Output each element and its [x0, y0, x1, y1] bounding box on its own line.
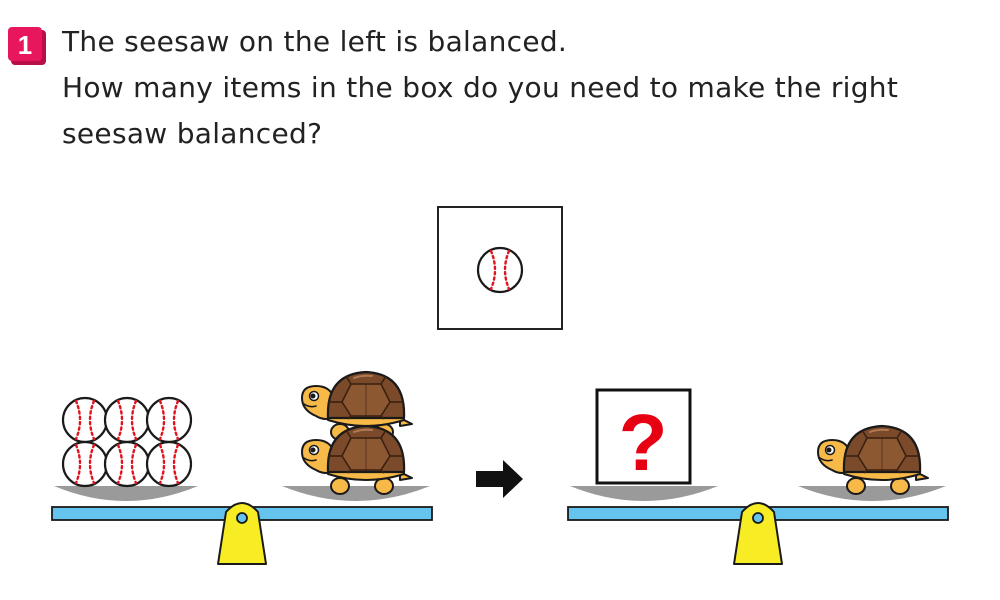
- left-seesaw-left-pan: [54, 486, 198, 501]
- unknown-quantity-box: ?: [595, 388, 692, 487]
- baseball-icon: [61, 396, 109, 444]
- right-seesaw: ?: [567, 388, 949, 565]
- arrow-right-icon: [476, 460, 523, 498]
- baseball-icon: [103, 440, 151, 488]
- left-seesaw-pivot: [236, 512, 248, 524]
- turtle-icon: [300, 424, 414, 496]
- item-box: [437, 206, 563, 330]
- baseball-icon: [145, 440, 193, 488]
- right-seesaw-left-pan: [570, 486, 718, 501]
- right-seesaw-right-pan: [798, 486, 946, 501]
- baseball-icon: [103, 396, 151, 444]
- question-mark: ?: [619, 398, 668, 487]
- left-seesaw-right-pan: [282, 486, 430, 501]
- left-seesaw: [51, 370, 433, 565]
- seesaw-scene: ?: [51, 206, 949, 565]
- baseball-icon: [61, 440, 109, 488]
- baseball-icon: [476, 246, 524, 294]
- baseball-icon: [145, 396, 193, 444]
- turtle-icon: [816, 424, 930, 496]
- right-seesaw-pivot: [752, 512, 764, 524]
